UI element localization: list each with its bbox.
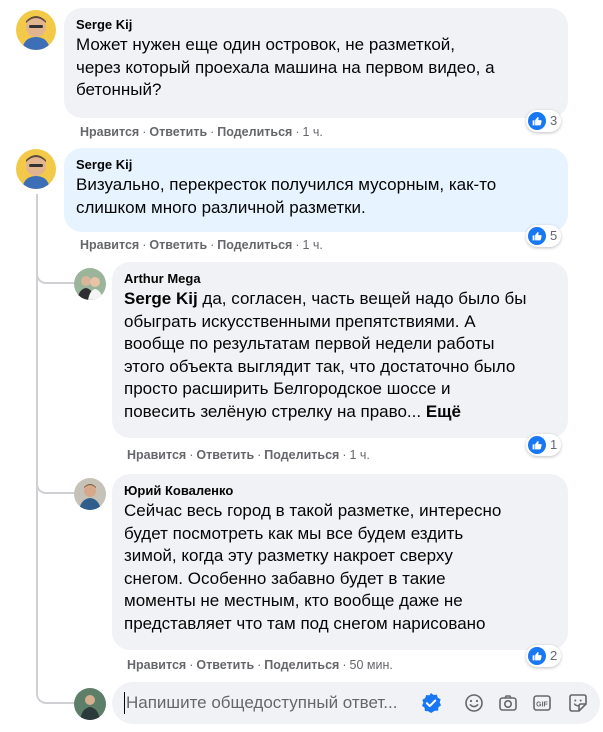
reply-button[interactable]: Ответить: [149, 238, 207, 252]
timestamp[interactable]: 1 ч.: [303, 125, 323, 139]
comment-author[interactable]: Serge Kij: [76, 16, 556, 33]
text-cursor: [124, 692, 125, 714]
share-button[interactable]: Поделиться: [264, 658, 339, 672]
emoji-icon[interactable]: [464, 693, 484, 713]
camera-icon[interactable]: [498, 693, 518, 713]
current-user-avatar[interactable]: [74, 688, 106, 720]
timestamp[interactable]: 1 ч.: [303, 238, 323, 252]
comment-bubble: Serge Kij Визуально, перекресток получил…: [64, 148, 568, 232]
separator: ·: [142, 238, 147, 252]
reaction-summary[interactable]: 5: [526, 225, 562, 247]
separator: ·: [257, 658, 262, 672]
verified-check-icon[interactable]: [420, 692, 442, 714]
comment-author[interactable]: Serge Kij: [76, 156, 556, 173]
reply-body: да, согласен, часть вещей надо было бы о…: [124, 289, 527, 421]
reply-bubble: Arthur Mega Serge Kij да, согласен, част…: [112, 262, 568, 438]
like-icon: [528, 112, 546, 130]
reaction-summary[interactable]: 1: [526, 434, 562, 456]
separator: ·: [295, 238, 300, 252]
avatar[interactable]: [74, 478, 106, 510]
avatar[interactable]: [16, 10, 56, 50]
separator: ·: [142, 125, 147, 139]
reaction-summary[interactable]: 3: [526, 110, 562, 132]
reply-text: Serge Kij да, согласен, часть вещей надо…: [124, 288, 556, 424]
separator: ·: [342, 658, 347, 672]
reply-input[interactable]: Напишите общедоступный ответ...: [126, 692, 397, 714]
comment-text: Может нужен еще один островок, не размет…: [76, 35, 495, 100]
avatar[interactable]: [74, 268, 106, 300]
separator: ·: [257, 448, 262, 462]
sticker-icon[interactable]: [568, 693, 588, 713]
timestamp[interactable]: 50 мин.: [350, 658, 393, 672]
separator: ·: [210, 238, 215, 252]
reply-text: Сейчас весь город в такой разметке, инте…: [124, 501, 502, 633]
comment-actions: Нравится · Ответить · Поделиться · 1 ч.: [80, 237, 323, 253]
reply-actions: Нравится · Ответить · Поделиться · 1 ч.: [127, 447, 370, 463]
separator: ·: [189, 658, 194, 672]
separator: ·: [210, 125, 215, 139]
like-icon: [528, 436, 546, 454]
like-icon: [528, 227, 546, 245]
comment-actions: Нравится · Ответить · Поделиться · 1 ч.: [80, 124, 323, 140]
reaction-summary[interactable]: 2: [526, 645, 562, 667]
separator: ·: [342, 448, 347, 462]
share-button[interactable]: Поделиться: [217, 125, 292, 139]
share-button[interactable]: Поделиться: [264, 448, 339, 462]
mention-link[interactable]: Serge Kij: [124, 289, 198, 308]
reaction-count: 1: [550, 437, 558, 452]
thread-branch-2: [36, 478, 74, 494]
reaction-count: 5: [550, 228, 558, 243]
share-button[interactable]: Поделиться: [217, 238, 292, 252]
comment-bubble: Serge Kij Может нужен еще один островок,…: [64, 8, 568, 118]
thread-branch-1: [36, 268, 74, 284]
reaction-count: 3: [550, 113, 558, 128]
reply-composer[interactable]: Напишите общедоступный ответ... GIF: [112, 682, 600, 724]
like-button[interactable]: Нравится: [127, 448, 186, 462]
reply-actions: Нравится · Ответить · Поделиться · 50 мин.: [127, 657, 393, 673]
avatar[interactable]: [16, 149, 56, 189]
gif-icon[interactable]: GIF: [532, 693, 552, 713]
reply-bubble: Юрий Коваленко Сейчас весь город в такой…: [112, 474, 568, 650]
reply-author[interactable]: Arthur Mega: [124, 270, 556, 287]
like-button[interactable]: Нравится: [80, 238, 139, 252]
svg-text:GIF: GIF: [536, 701, 548, 708]
thread-branch-3: [36, 688, 74, 704]
reply-button[interactable]: Ответить: [196, 658, 254, 672]
like-icon: [528, 647, 546, 665]
separator: ·: [295, 125, 300, 139]
reply-author[interactable]: Юрий Коваленко: [124, 482, 556, 499]
reaction-count: 2: [550, 648, 558, 663]
like-button[interactable]: Нравится: [80, 125, 139, 139]
timestamp[interactable]: 1 ч.: [350, 448, 370, 462]
reply-button[interactable]: Ответить: [149, 125, 207, 139]
reply-button[interactable]: Ответить: [196, 448, 254, 462]
like-button[interactable]: Нравится: [127, 658, 186, 672]
comment-text: Визуально, перекресток получился мусорны…: [76, 175, 497, 217]
see-more-link[interactable]: Ещё: [426, 402, 461, 421]
separator: ·: [189, 448, 194, 462]
